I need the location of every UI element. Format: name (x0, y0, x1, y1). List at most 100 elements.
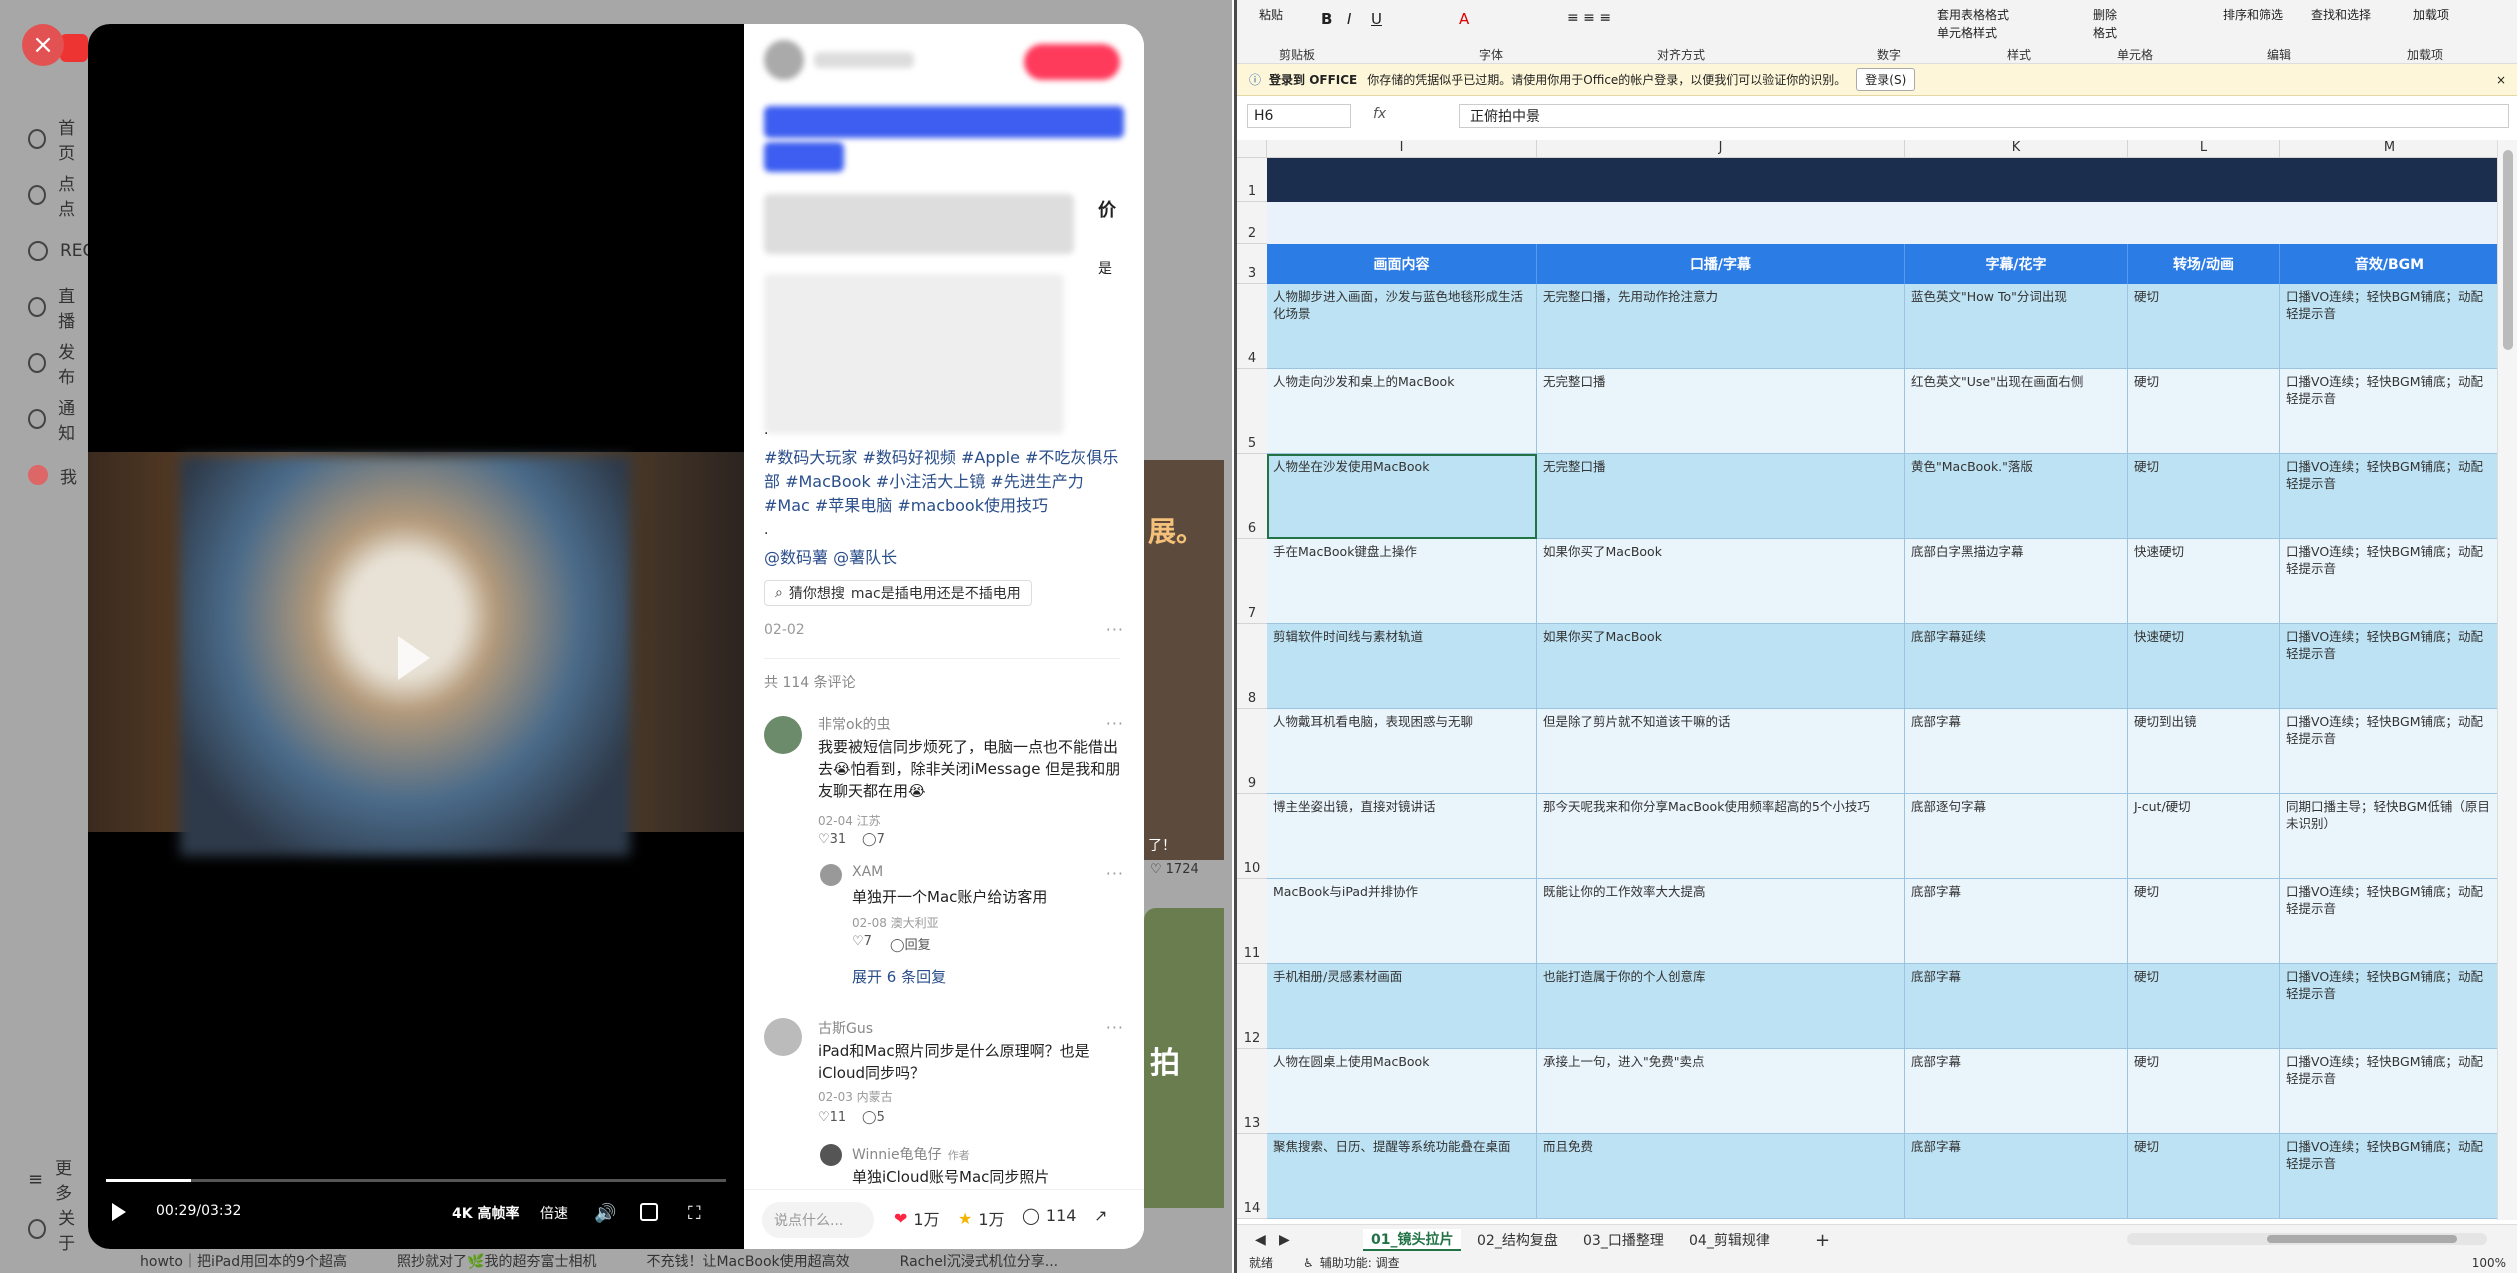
cell[interactable]: 但是除了剪片就不知道该干嘛的话 (1537, 709, 1905, 794)
cell-style-button[interactable]: 单元格样式 (1937, 24, 1997, 41)
row-header[interactable]: 13 (1237, 1049, 1267, 1134)
feed-card-peek-2[interactable]: 拍 (1144, 908, 1224, 1208)
cell[interactable]: 人物在圆桌上使用MacBook (1267, 1049, 1537, 1134)
cell[interactable]: 蓝色英文"How To"分词出现 (1905, 284, 2128, 369)
cell[interactable]: 同期口播主导；轻快BGM低铺（原目未识别） (2280, 794, 2500, 879)
note-tags[interactable]: #数码大玩家 #数码好视频 #Apple #不吃灰俱乐部 #MacBook #小… (764, 446, 1134, 518)
cell[interactable]: 底部逐句字幕 (1905, 794, 2128, 879)
cell[interactable]: 口播VO连续；轻快BGM铺底；动配轻提示音 (2280, 624, 2500, 709)
find-select-button[interactable]: 查找和选择 (2311, 6, 2371, 23)
row-header[interactable]: 6 (1237, 454, 1267, 539)
row-header[interactable]: 3 (1237, 244, 1267, 284)
row-header[interactable]: 14 (1237, 1134, 1267, 1219)
comment-more-icon[interactable]: ··· (1106, 714, 1124, 733)
cell[interactable]: 而且免费 (1537, 1134, 1905, 1219)
feed-card-peek[interactable]: 展。 了！ (1144, 460, 1224, 860)
author-avatar-blurred[interactable] (764, 40, 804, 80)
feed-title[interactable]: Rachel沉浸式机位分享... (900, 1251, 1058, 1271)
fx-icon[interactable]: fx (1373, 106, 1386, 122)
status-accessibility[interactable]: 辅助功能: 调查 (1320, 1254, 1400, 1271)
nav-publish[interactable]: 发布 (28, 343, 88, 388)
table-header-cell[interactable]: 音效/BGM (2280, 244, 2500, 284)
cell[interactable]: 底部字幕延续 (1905, 624, 2128, 709)
feed-title[interactable]: howto｜把iPad用回本的9个超高 (140, 1251, 347, 1271)
formula-bar[interactable]: 正俯拍中景 (1459, 104, 2509, 128)
scroll-left-icon[interactable]: ◀ (1247, 1229, 1274, 1251)
guess-search-chip[interactable]: ⌕ 猜你想搜 mac是插电用还是不插电用 (764, 580, 1032, 606)
align-icon[interactable]: ≡ ≡ ≡ (1567, 10, 1611, 26)
sort-filter-button[interactable]: 排序和筛选 (2223, 6, 2283, 23)
nav-about[interactable]: 关于 (28, 1209, 88, 1254)
fullscreen-button[interactable]: ⛶ (688, 1203, 701, 1224)
cell[interactable]: 口播VO连续；轻快BGM铺底；动配轻提示音 (2280, 369, 2500, 454)
table-header-cell[interactable]: 字幕/花字 (1905, 244, 2128, 284)
addins-button[interactable]: 加载项 (2413, 6, 2449, 23)
horizontal-scrollbar[interactable] (2127, 1233, 2487, 1245)
cell[interactable]: 手在MacBook键盘上操作 (1267, 539, 1537, 624)
feed-title[interactable]: 不充钱！让MacBook使用超高效 (646, 1251, 849, 1271)
table-header-cell[interactable]: 画面内容 (1267, 244, 1537, 284)
share-button[interactable]: ↗ (1094, 1206, 1107, 1225)
add-sheet-button[interactable]: + (1807, 1229, 1838, 1251)
col-header-k[interactable]: K (1905, 140, 2128, 158)
avatar[interactable] (820, 1144, 842, 1166)
delete-button[interactable]: 删除 (2093, 6, 2117, 23)
underline-button[interactable]: U (1371, 10, 1382, 28)
tab-sheet-4[interactable]: 04_剪辑规律 (1681, 1229, 1778, 1251)
nav-chat[interactable]: 点点 (28, 175, 88, 220)
scroll-thumb[interactable] (2503, 150, 2513, 350)
comment-like[interactable]: ♡31 (818, 832, 846, 847)
cell[interactable]: 口播VO连续；轻快BGM铺底；动配轻提示音 (2280, 964, 2500, 1049)
cell[interactable]: 口播VO连续；轻快BGM铺底；动配轻提示音 (2280, 879, 2500, 964)
follow-button-blurred[interactable] (1024, 44, 1120, 80)
cell[interactable]: 口播VO连续；轻快BGM铺底；动配轻提示音 (2280, 1049, 2500, 1134)
cell[interactable]: 口播VO连续；轻快BGM铺底；动配轻提示音 (2280, 539, 2500, 624)
table-format-button[interactable]: 套用表格格式 (1937, 6, 2009, 23)
row-header[interactable]: 8 (1237, 624, 1267, 709)
comment-reply[interactable]: ◯5 (862, 1110, 885, 1125)
cell[interactable]: 底部字幕 (1905, 879, 2128, 964)
cell[interactable]: 快速硬切 (2128, 539, 2280, 624)
tab-sheet-1[interactable]: 01_镜头拉片 (1363, 1229, 1462, 1251)
sheet-subtitle-band[interactable] (1267, 202, 2500, 244)
cell[interactable]: MacBook与iPad并排协作 (1267, 879, 1537, 964)
comment-button[interactable]: ◯ 114 (1022, 1206, 1076, 1225)
row-header[interactable]: 10 (1237, 794, 1267, 879)
vertical-scrollbar[interactable] (2497, 140, 2517, 1220)
row-header[interactable]: 7 (1237, 539, 1267, 624)
cell[interactable]: 口播VO连续；轻快BGM铺底；动配轻提示音 (2280, 1134, 2500, 1219)
comment-author[interactable]: 非常ok的虫 (818, 714, 891, 734)
close-icon[interactable]: × (2496, 73, 2506, 87)
comment-input[interactable]: 说点什么... (762, 1202, 874, 1238)
comment-like[interactable]: ♡11 (818, 1110, 846, 1125)
cell[interactable]: 人物脚步进入画面，沙发与蓝色地毯形成生活化场景 (1267, 284, 1537, 369)
signin-button[interactable]: 登录(S) (1856, 68, 1916, 91)
cell[interactable]: 底部字幕 (1905, 964, 2128, 1049)
cell[interactable]: 既能让你的工作效率大大提高 (1537, 879, 1905, 964)
nav-live[interactable]: 直播 (28, 287, 88, 332)
avatar[interactable] (764, 1018, 802, 1056)
cell[interactable]: 底部字幕 (1905, 1134, 2128, 1219)
nav-me[interactable]: 我 (28, 460, 77, 490)
row-header[interactable]: 11 (1237, 879, 1267, 964)
cell[interactable]: 无完整口播 (1537, 454, 1905, 539)
cell[interactable]: 底部字幕 (1905, 709, 2128, 794)
speed-button[interactable]: 倍速 (540, 1203, 568, 1223)
cell[interactable]: 黄色"MacBook."落版 (1905, 454, 2128, 539)
avatar[interactable] (764, 716, 802, 754)
col-header-m[interactable]: M (2280, 140, 2500, 158)
cell[interactable]: 口播VO连续；轻快BGM铺底；动配轻提示音 (2280, 454, 2500, 539)
cell[interactable]: 无完整口播 (1537, 369, 1905, 454)
feed-title[interactable]: 照抄就对了🌿我的超夯富士相机 (397, 1251, 596, 1271)
cell[interactable]: 那今天呢我来和你分享MacBook使用频率超高的5个小技巧 (1537, 794, 1905, 879)
cell[interactable]: 承接上一句，进入"免费"卖点 (1537, 1049, 1905, 1134)
sheet-title-band[interactable] (1267, 158, 2500, 202)
note-more-icon[interactable]: ··· (1106, 620, 1124, 639)
cell[interactable]: 口播VO连续；轻快BGM铺底；动配轻提示音 (2280, 284, 2500, 369)
cell[interactable]: 也能打造属于你的个人创意库 (1537, 964, 1905, 1049)
zoom-level[interactable]: 100% (2472, 1256, 2506, 1270)
cell[interactable]: J-cut/硬切 (2128, 794, 2280, 879)
nav-notify[interactable]: 通知 (28, 399, 88, 444)
name-box[interactable]: H6 (1247, 104, 1351, 128)
cell[interactable]: 硬切 (2128, 1134, 2280, 1219)
